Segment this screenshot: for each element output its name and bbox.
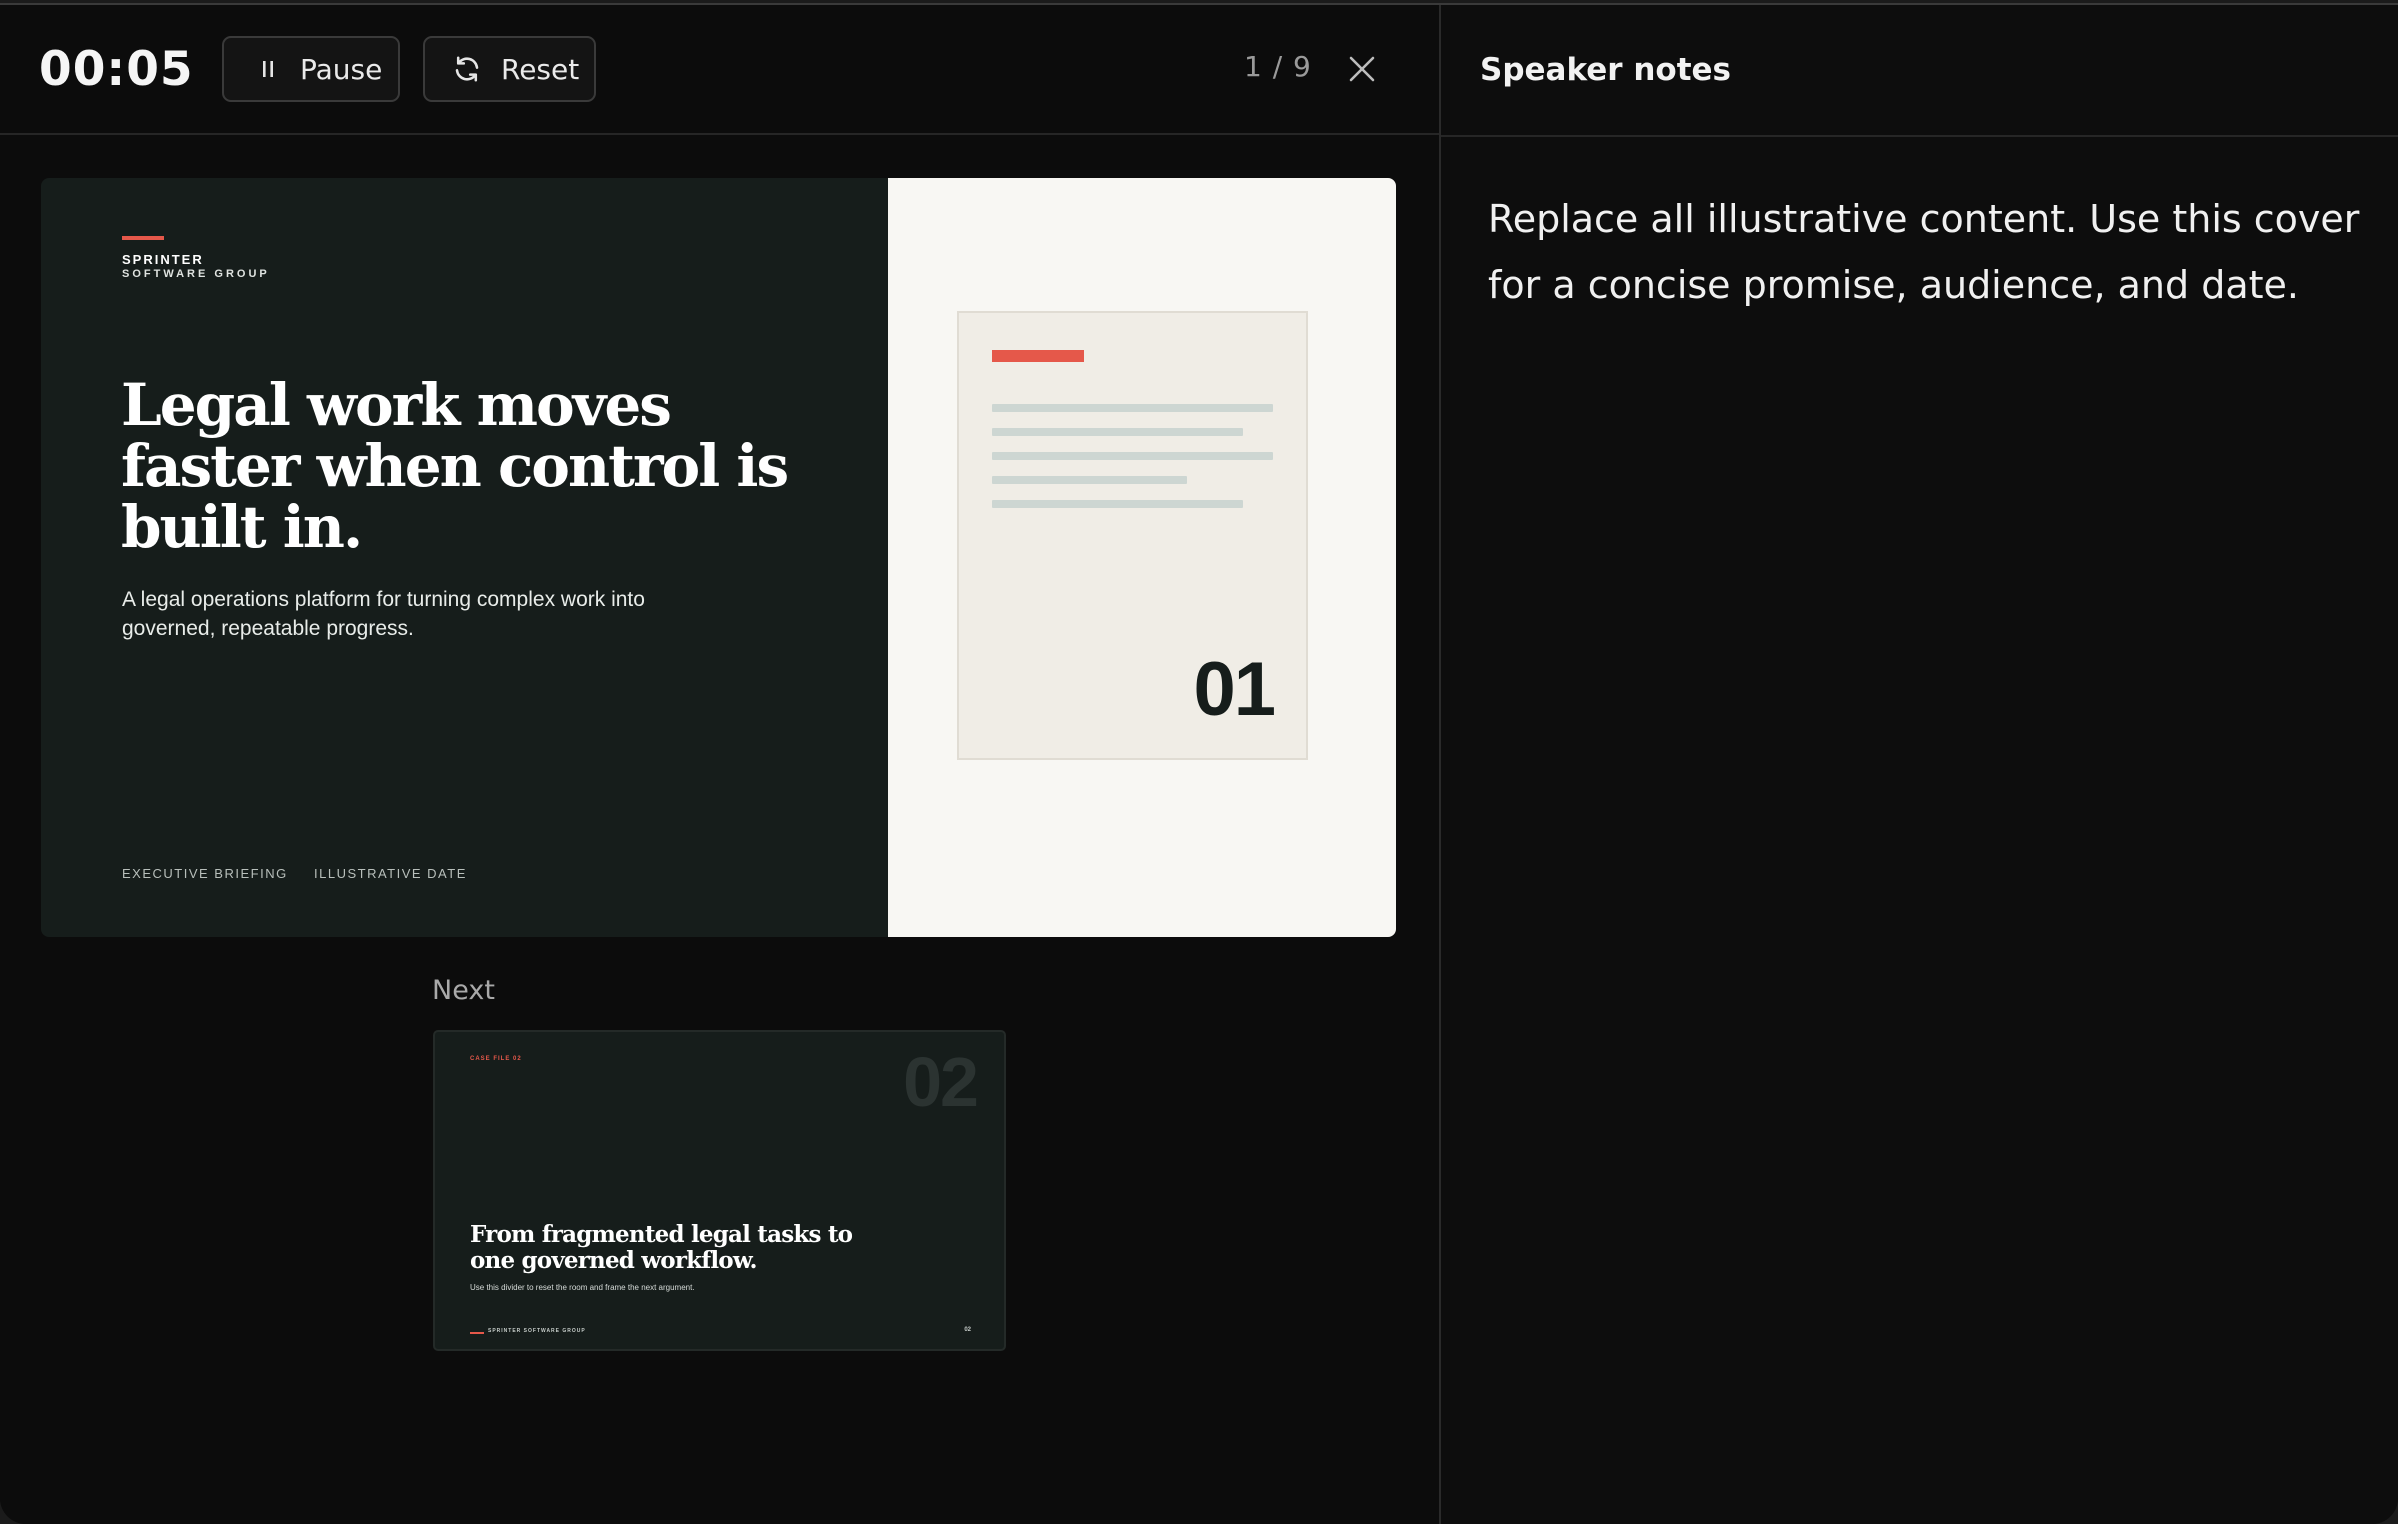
brand-subname: SOFTWARE GROUP [122, 268, 270, 280]
slide-cover-panel: SPRINTER SOFTWARE GROUP Legal work moves… [41, 178, 888, 937]
next-slide-brand: SPRINTER SOFTWARE GROUP [488, 1328, 586, 1334]
slide-subtitle: A legal operations platform for turning … [122, 588, 645, 640]
pause-button-label: Pause [300, 52, 383, 86]
document-text-line [992, 428, 1243, 436]
next-slide-number: 02 [903, 1043, 979, 1121]
slide-title: Legal work moves faster when control is … [121, 371, 789, 561]
next-slide-title: From fragmented legal tasks to one gover… [470, 1221, 853, 1274]
close-icon [1345, 56, 1379, 90]
document-number: 01 [1193, 647, 1276, 732]
document-text-line [992, 476, 1187, 484]
next-slide-accent-bar [470, 1332, 484, 1334]
current-slide: SPRINTER SOFTWARE GROUP Legal work moves… [41, 178, 1396, 937]
presenter-window: 00:05 Pause Reset 1 / 9 SPRINTER SOFTWAR… [0, 3, 2398, 1524]
next-slide-page-number: 02 [964, 1327, 971, 1333]
brand-accent-bar [122, 236, 164, 240]
brand-name: SPRINTER [122, 252, 204, 267]
next-slide-kicker: CASE FILE 02 [470, 1056, 522, 1062]
presenter-main: 00:05 Pause Reset 1 / 9 SPRINTER SOFTWAR… [0, 5, 1441, 1524]
slide-counter: 1 / 9 [1244, 50, 1312, 83]
pause-button[interactable]: Pause [222, 36, 400, 102]
close-presenter-button[interactable] [1345, 52, 1379, 86]
document-accent-bar [992, 350, 1084, 362]
speaker-notes-header: Speaker notes [1441, 5, 2398, 137]
elapsed-timer: 00:05 [39, 42, 194, 97]
slide-illustration-panel: 01 [888, 178, 1396, 937]
document-text-line [992, 452, 1273, 460]
pause-icon [254, 55, 282, 83]
slide-footer-date: ILLUSTRATIVE DATE [314, 866, 467, 881]
refresh-icon [451, 53, 483, 85]
speaker-notes-panel: Speaker notes Replace all illustrative c… [1441, 5, 2398, 1524]
speaker-notes-text: Replace all illustrative content. Use th… [1488, 197, 2360, 307]
speaker-notes-title: Speaker notes [1480, 52, 1732, 88]
document-text-line [992, 500, 1243, 508]
reset-button-label: Reset [501, 52, 580, 86]
document-text-line [992, 404, 1273, 412]
slide-footer-label: EXECUTIVE BRIEFING [122, 866, 288, 881]
presenter-toolbar: 00:05 Pause Reset 1 / 9 [0, 5, 1439, 135]
reset-button[interactable]: Reset [423, 36, 596, 102]
document-illustration: 01 [957, 311, 1308, 760]
next-slide-label: Next [432, 975, 495, 1006]
next-slide-subtitle: Use this divider to reset the room and f… [470, 1283, 695, 1292]
next-slide-preview[interactable]: CASE FILE 02 02 From fragmented legal ta… [433, 1030, 1006, 1351]
